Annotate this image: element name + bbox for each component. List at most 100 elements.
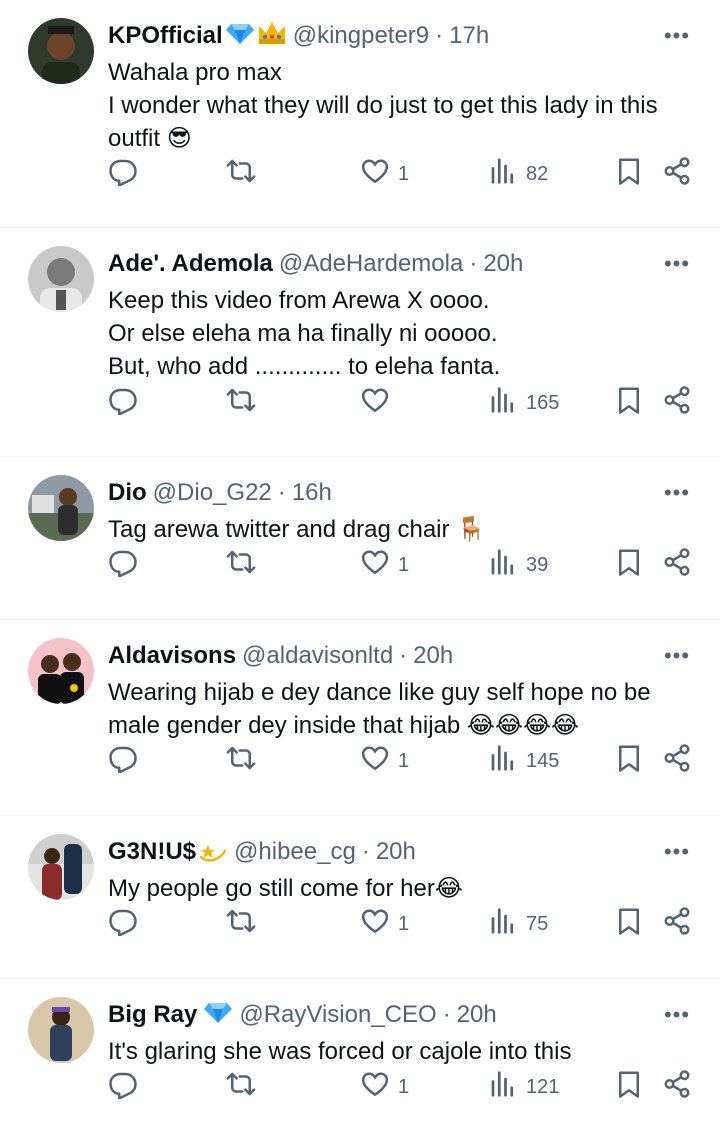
handle[interactable]: @hibee_cg xyxy=(234,838,356,866)
tweet-line: Wahala pro max xyxy=(108,59,282,86)
timestamp[interactable]: 16h xyxy=(292,479,332,507)
like-button[interactable]: 1 xyxy=(360,156,409,192)
more-options-button[interactable]: ••• xyxy=(662,22,692,50)
retweet-button[interactable] xyxy=(226,906,256,942)
tweet[interactable]: Dio @Dio_G22 · 16h ••• Tag arewa twitter… xyxy=(0,457,720,620)
action-bar: 1 121 xyxy=(108,1069,698,1105)
avatar[interactable] xyxy=(28,638,94,704)
bookmark-button[interactable] xyxy=(614,1069,644,1105)
reply-button[interactable] xyxy=(108,385,138,421)
share-icon xyxy=(662,906,692,942)
views-button[interactable]: 39 xyxy=(488,547,548,583)
reply-button[interactable] xyxy=(108,1069,138,1105)
share-button[interactable] xyxy=(662,547,692,583)
bookmark-icon xyxy=(614,385,644,421)
display-name[interactable]: G3N!U$ xyxy=(108,838,196,866)
reply-feed: KPOfficial @kingpeter9 · 17h ••• Wahala … xyxy=(0,0,720,1134)
tweet-text: It's glaring she was forced or cajole in… xyxy=(108,1035,696,1068)
views-button[interactable]: 145 xyxy=(488,743,559,779)
like-button[interactable]: 1 xyxy=(360,1069,409,1105)
timestamp[interactable]: 20h xyxy=(457,1001,497,1029)
more-options-button[interactable]: ••• xyxy=(662,250,692,278)
reply-button[interactable] xyxy=(108,547,138,583)
avatar[interactable] xyxy=(28,18,94,84)
timestamp[interactable]: 20h xyxy=(413,642,453,670)
timestamp[interactable]: 20h xyxy=(376,838,416,866)
share-button[interactable] xyxy=(662,156,692,192)
crown-icon xyxy=(257,20,287,53)
handle[interactable]: @Dio_G22 xyxy=(153,479,272,507)
views-button[interactable]: 82 xyxy=(488,156,548,192)
display-name[interactable]: Dio xyxy=(108,479,147,507)
retweet-button[interactable] xyxy=(226,743,256,779)
avatar[interactable] xyxy=(28,475,94,541)
avatar[interactable] xyxy=(28,834,94,900)
share-button[interactable] xyxy=(662,906,692,942)
heart-icon xyxy=(360,547,390,583)
heart-icon xyxy=(360,385,390,421)
tweet[interactable]: Aldavisons @aldavisonltd · 20h ••• Weari… xyxy=(0,620,720,816)
retweet-icon xyxy=(226,547,256,583)
reply-button[interactable] xyxy=(108,156,138,192)
tweet[interactable]: Ade'. Ademola @AdeHardemola · 20h ••• Ke… xyxy=(0,228,720,457)
like-button[interactable]: 1 xyxy=(360,906,409,942)
views-button[interactable]: 121 xyxy=(488,1069,559,1105)
share-icon xyxy=(662,385,692,421)
like-button[interactable]: 1 xyxy=(360,547,409,583)
bookmark-icon xyxy=(614,547,644,583)
bookmark-button[interactable] xyxy=(614,547,644,583)
reply-button[interactable] xyxy=(108,743,138,779)
handle[interactable]: @RayVision_CEO xyxy=(239,1001,436,1029)
tweet-header: G3N!U$ @hibee_cg · 20h xyxy=(108,834,696,870)
diamond-icon xyxy=(203,1000,233,1031)
timestamp[interactable]: 17h xyxy=(449,22,489,50)
more-options-button[interactable]: ••• xyxy=(662,1001,692,1029)
heart-icon xyxy=(360,906,390,942)
like-button[interactable]: 1 xyxy=(360,743,409,779)
more-options-button[interactable]: ••• xyxy=(662,479,692,507)
share-button[interactable] xyxy=(662,1069,692,1105)
reply-icon xyxy=(108,1069,138,1105)
tweet[interactable]: G3N!U$ @hibee_cg · 20h ••• My people go … xyxy=(0,816,720,979)
chair-emoji: 🪑 xyxy=(456,516,487,543)
bookmark-button[interactable] xyxy=(614,156,644,192)
like-button[interactable] xyxy=(360,385,398,421)
share-button[interactable] xyxy=(662,743,692,779)
reply-button[interactable] xyxy=(108,906,138,942)
display-name[interactable]: KPOfficial xyxy=(108,22,223,50)
tweet-line: Tag arewa twitter and drag chair xyxy=(108,516,450,543)
dizzy-star-icon xyxy=(198,835,228,870)
views-button[interactable]: 75 xyxy=(488,906,548,942)
tweet[interactable]: KPOfficial @kingpeter9 · 17h ••• Wahala … xyxy=(0,0,720,228)
laughing-emoji: 😂😂😂😂 xyxy=(466,712,580,739)
retweet-button[interactable] xyxy=(226,1069,256,1105)
handle[interactable]: @AdeHardemola xyxy=(279,250,463,278)
display-name[interactable]: Ade'. Ademola xyxy=(108,250,273,278)
tweet-text: Wearing hijab e dey dance like guy self … xyxy=(108,676,696,742)
bookmark-button[interactable] xyxy=(614,743,644,779)
handle[interactable]: @aldavisonltd xyxy=(242,642,393,670)
like-count: 1 xyxy=(398,553,410,576)
reply-icon xyxy=(108,743,138,779)
retweet-button[interactable] xyxy=(226,385,256,421)
tweet-header: Aldavisons @aldavisonltd · 20h xyxy=(108,638,696,674)
more-options-button[interactable]: ••• xyxy=(662,642,692,670)
more-options-button[interactable]: ••• xyxy=(662,838,692,866)
display-name[interactable]: Aldavisons xyxy=(108,642,236,670)
bookmark-button[interactable] xyxy=(614,385,644,421)
views-icon xyxy=(488,385,518,421)
display-name[interactable]: Big Ray xyxy=(108,1001,197,1029)
bookmark-button[interactable] xyxy=(614,906,644,942)
tweet[interactable]: Big Ray @RayVision_CEO · 20h ••• It's gl… xyxy=(0,979,720,1134)
handle[interactable]: @kingpeter9 xyxy=(293,22,429,50)
retweet-icon xyxy=(226,156,256,192)
timestamp[interactable]: 20h xyxy=(483,250,523,278)
views-button[interactable]: 165 xyxy=(488,385,559,421)
retweet-button[interactable] xyxy=(226,547,256,583)
views-count: 121 xyxy=(526,1075,560,1098)
diamond-icon xyxy=(225,21,255,52)
avatar[interactable] xyxy=(28,997,94,1063)
share-button[interactable] xyxy=(662,385,692,421)
avatar[interactable] xyxy=(28,246,94,312)
retweet-button[interactable] xyxy=(226,156,256,192)
